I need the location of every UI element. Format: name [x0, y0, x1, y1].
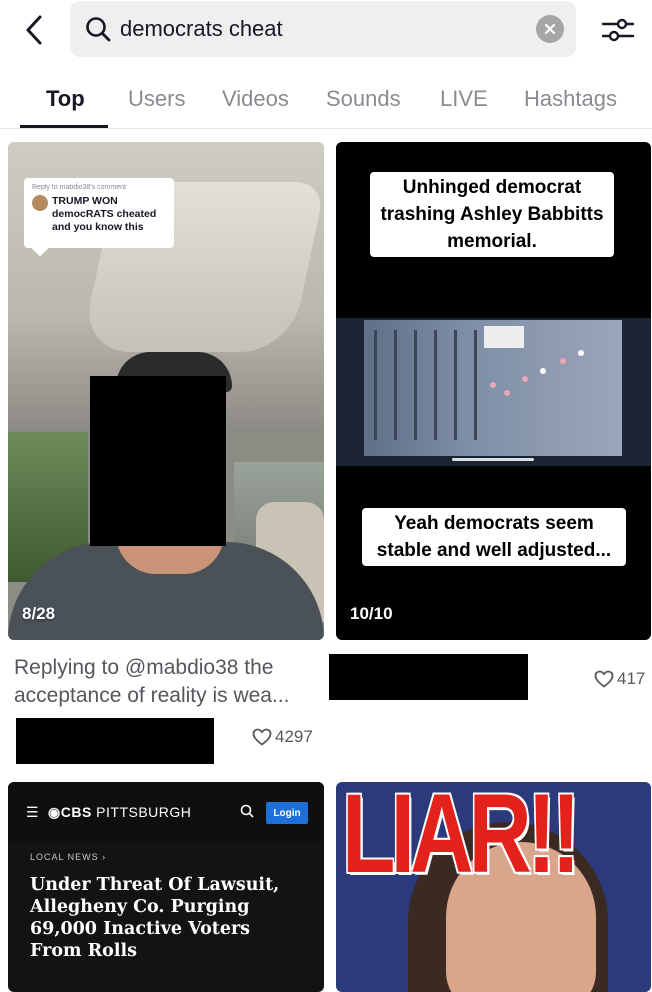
filter-button[interactable] — [596, 10, 640, 50]
tab-users[interactable]: Users — [128, 86, 185, 112]
video-progress — [452, 458, 534, 461]
video-card[interactable]: LIAR!! — [336, 782, 651, 992]
cbs-logo: ◉CBS PITTSBURGH — [48, 804, 192, 820]
tab-live[interactable]: LIVE — [440, 86, 488, 112]
thumbnail-detail — [560, 358, 566, 364]
redaction-block — [16, 718, 214, 764]
chevron-left-icon — [26, 15, 42, 45]
login-button: Login — [266, 802, 308, 824]
thumbnail-detail — [540, 368, 546, 374]
heart-icon — [252, 728, 272, 746]
thumbnail-detail — [474, 330, 477, 440]
photo-counter: 10/10 — [350, 604, 393, 623]
thumbnail-title: LIAR!! — [342, 782, 581, 896]
thumbnail-detail — [578, 350, 584, 356]
tab-sounds[interactable]: Sounds — [326, 86, 401, 112]
thumbnail-detail — [374, 330, 377, 440]
divider — [0, 128, 652, 129]
caption-bottom: Yeah democrats seem stable and well adju… — [362, 508, 626, 566]
section-label: LOCAL NEWS › — [30, 852, 107, 862]
avatar — [32, 195, 48, 211]
news-headline: Under Threat Of Lawsuit, Allegheny Co. P… — [30, 875, 280, 961]
like-count: 417 — [594, 669, 645, 689]
reply-comment-sticker: Reply to mabdio38's comment TRUMP WON de… — [24, 178, 174, 248]
heart-icon — [594, 670, 614, 688]
thumbnail-image — [336, 318, 651, 466]
clear-search-button[interactable] — [536, 15, 564, 43]
video-card[interactable]: Unhinged democrat trashing Ashley Babbit… — [336, 142, 651, 640]
like-count-value: 417 — [617, 669, 646, 688]
thumbnail-detail — [364, 320, 622, 456]
tab-hashtags[interactable]: Hashtags — [524, 86, 617, 112]
sliders-icon — [601, 18, 635, 42]
like-count-value: 4297 — [275, 727, 313, 746]
thumbnail-detail — [504, 390, 510, 396]
photo-counter: 8/28 — [22, 604, 56, 623]
redaction-block — [90, 376, 226, 546]
thumbnail-detail — [484, 326, 524, 348]
video-card[interactable]: Reply to mabdio38's comment TRUMP WON de… — [8, 142, 324, 640]
menu-icon: ☰ — [26, 804, 39, 820]
like-count: 4297 — [252, 727, 313, 747]
comment-text: TRUMP WON democRATS cheated and you know… — [52, 195, 157, 233]
tab-top[interactable]: Top — [46, 86, 85, 112]
search-tabs: Top Users Videos Sounds LIVE Hashtags — [0, 80, 652, 128]
thumbnail-detail — [522, 376, 528, 382]
cbs-brand: CBS — [60, 804, 92, 820]
video-description[interactable]: Replying to @mabdio38 the acceptance of … — [14, 654, 314, 710]
thumbnail-detail — [454, 330, 457, 440]
thumbnail-detail — [490, 382, 496, 388]
cbs-city: PITTSBURGH — [96, 804, 192, 820]
thumbnail-detail — [414, 330, 417, 440]
redaction-block — [329, 654, 528, 700]
thumbnail-detail — [434, 330, 437, 440]
search-icon — [86, 17, 111, 42]
tab-videos[interactable]: Videos — [222, 86, 289, 112]
search-icon — [240, 804, 254, 818]
search-input[interactable]: democrats cheat — [120, 15, 283, 43]
reply-label: Reply to mabdio38's comment — [32, 184, 126, 191]
thumbnail-detail — [394, 330, 397, 440]
cbs-header: ☰ ◉CBS PITTSBURGH Login — [8, 782, 324, 842]
video-card[interactable]: ☰ ◉CBS PITTSBURGH Login LOCAL NEWS › Und… — [8, 782, 324, 992]
back-button[interactable] — [14, 10, 54, 50]
close-icon — [544, 23, 556, 35]
search-bar[interactable]: democrats cheat — [70, 1, 576, 57]
caption-top: Unhinged democrat trashing Ashley Babbit… — [370, 172, 614, 257]
